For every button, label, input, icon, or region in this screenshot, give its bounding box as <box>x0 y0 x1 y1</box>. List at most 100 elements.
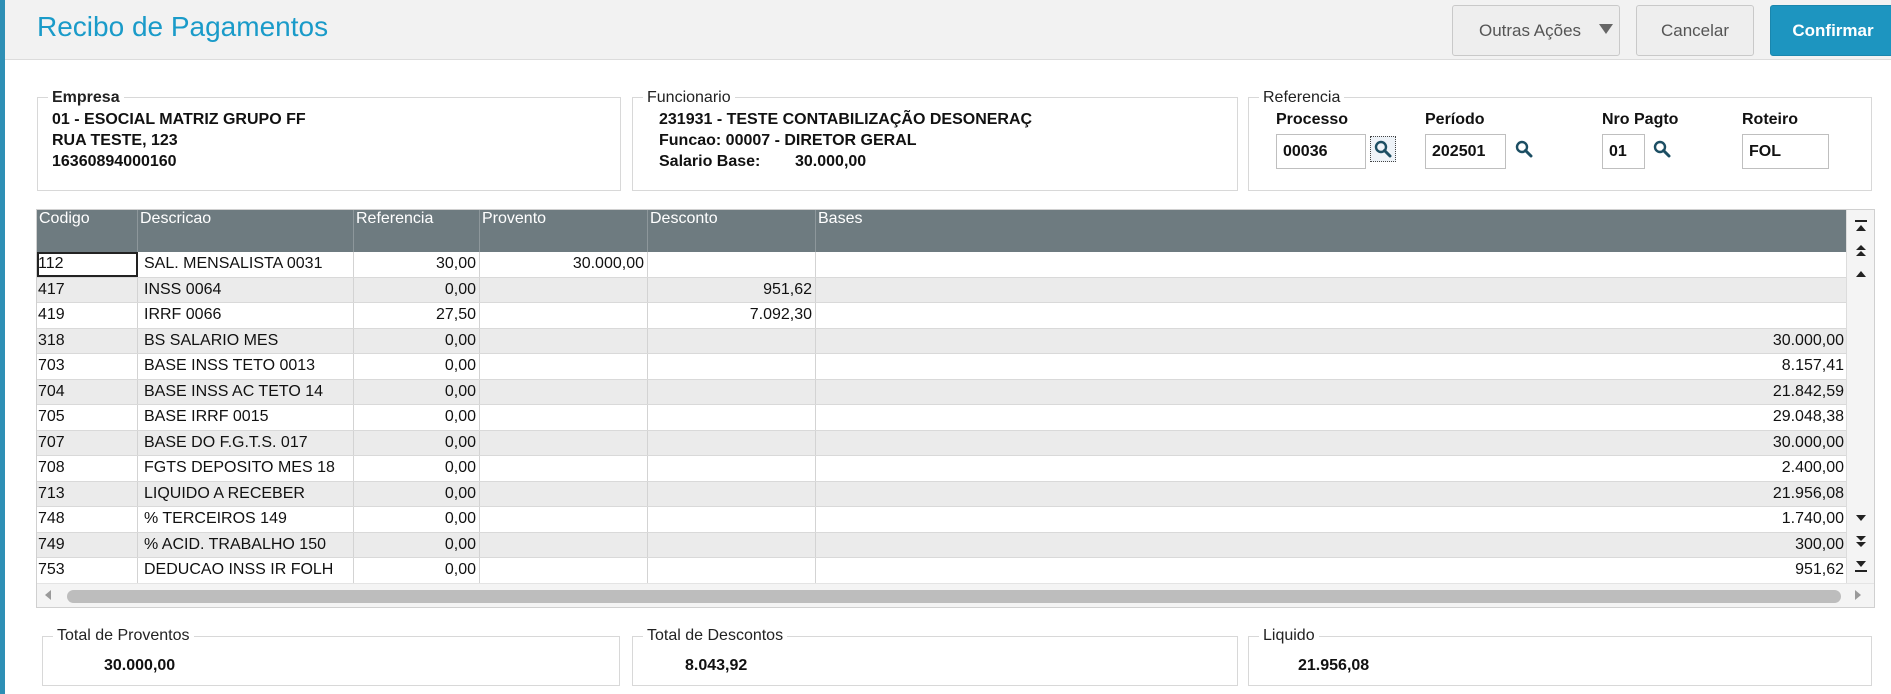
cell-bases[interactable]: 300,00 <box>816 533 1847 558</box>
cell-bases[interactable]: 1.740,00 <box>816 507 1847 532</box>
cell-referencia[interactable]: 0,00 <box>354 430 480 455</box>
cell-codigo[interactable]: 112 <box>37 252 138 277</box>
cell-desconto[interactable] <box>648 252 816 277</box>
cell-descricao[interactable]: BASE IRRF 0015 <box>138 405 354 430</box>
processo-search-icon[interactable] <box>1370 136 1396 162</box>
verbas-grid[interactable]: Codigo Descricao Referencia Provento Des… <box>36 209 1875 608</box>
cell-bases[interactable]: 30.000,00 <box>816 329 1847 354</box>
cell-desconto[interactable] <box>648 456 816 481</box>
periodo-input[interactable] <box>1425 134 1506 169</box>
cell-desconto[interactable] <box>648 532 816 557</box>
column-header-referencia[interactable]: Referencia <box>354 210 480 252</box>
cell-provento[interactable]: 30.000,00 <box>480 252 648 277</box>
cell-descricao[interactable]: FGTS DEPOSITO MES 18 <box>138 456 354 481</box>
confirm-button[interactable]: Confirmar <box>1770 5 1891 56</box>
scroll-last-icon[interactable] <box>1849 555 1873 577</box>
table-row[interactable]: 703 BASE INSS TETO 0013 0,00 8.157,41 <box>37 354 1847 380</box>
scroll-first-icon[interactable] <box>1849 215 1873 237</box>
cell-desconto[interactable] <box>648 328 816 353</box>
cell-referencia[interactable]: 30,00 <box>354 252 480 277</box>
column-header-desconto[interactable]: Desconto <box>648 210 816 252</box>
cell-codigo[interactable]: 417 <box>37 277 138 302</box>
cell-referencia[interactable]: 0,00 <box>354 379 480 404</box>
cell-bases[interactable] <box>816 278 1847 303</box>
cell-desconto[interactable] <box>648 405 816 430</box>
cell-codigo[interactable]: 749 <box>37 532 138 557</box>
cell-provento[interactable] <box>480 456 648 481</box>
column-header-codigo[interactable]: Codigo <box>37 210 138 252</box>
cell-codigo[interactable]: 318 <box>37 328 138 353</box>
periodo-search-icon[interactable] <box>1511 136 1537 162</box>
cell-codigo[interactable]: 704 <box>37 379 138 404</box>
cell-descricao[interactable]: % ACID. TRABALHO 150 <box>138 532 354 557</box>
cell-bases[interactable]: 30.000,00 <box>816 431 1847 456</box>
cell-provento[interactable] <box>480 405 648 430</box>
cell-descricao[interactable]: SAL. MENSALISTA 0031 <box>138 252 354 277</box>
table-row[interactable]: 708 FGTS DEPOSITO MES 18 0,00 2.400,00 <box>37 456 1847 482</box>
cell-bases[interactable] <box>816 252 1847 277</box>
cell-bases[interactable]: 21.956,08 <box>816 482 1847 507</box>
table-row[interactable]: 707 BASE DO F.G.T.S. 017 0,00 30.000,00 <box>37 430 1847 456</box>
cell-desconto[interactable] <box>648 558 816 583</box>
table-row[interactable]: 417 INSS 0064 0,00 951,62 <box>37 277 1847 303</box>
nro-pagto-input[interactable] <box>1602 134 1645 169</box>
cell-bases[interactable]: 951,62 <box>816 558 1847 583</box>
table-row[interactable]: 318 BS SALARIO MES 0,00 30.000,00 <box>37 328 1847 354</box>
cell-descricao[interactable]: BS SALARIO MES <box>138 328 354 353</box>
cell-referencia[interactable]: 0,00 <box>354 277 480 302</box>
cell-referencia[interactable]: 0,00 <box>354 558 480 583</box>
cell-referencia[interactable]: 0,00 <box>354 532 480 557</box>
cell-codigo[interactable]: 748 <box>37 507 138 532</box>
column-header-bases[interactable]: Bases <box>816 210 1847 252</box>
cell-referencia[interactable]: 0,00 <box>354 456 480 481</box>
cell-codigo[interactable]: 419 <box>37 303 138 328</box>
cell-referencia[interactable]: 0,00 <box>354 354 480 379</box>
cell-provento[interactable] <box>480 303 648 328</box>
cell-codigo[interactable]: 713 <box>37 481 138 506</box>
cell-provento[interactable] <box>480 430 648 455</box>
scroll-page-down-icon[interactable] <box>1849 531 1873 553</box>
nro-pagto-search-icon[interactable] <box>1649 136 1675 162</box>
cell-bases[interactable]: 21.842,59 <box>816 380 1847 405</box>
table-row[interactable]: 748% TERCEIROS 149 0,00 1.740,00 <box>37 507 1847 533</box>
cell-provento[interactable] <box>480 558 648 583</box>
cell-provento[interactable] <box>480 379 648 404</box>
column-header-descricao[interactable]: Descricao <box>138 210 354 252</box>
table-row[interactable]: 749% ACID. TRABALHO 150 0,00 300,00 <box>37 532 1847 558</box>
scroll-page-up-icon[interactable] <box>1849 239 1873 261</box>
horizontal-scroll-thumb[interactable] <box>67 590 1841 603</box>
scroll-down-icon[interactable] <box>1849 507 1873 529</box>
cell-provento[interactable] <box>480 277 648 302</box>
cell-descricao[interactable]: LIQUIDO A RECEBER <box>138 481 354 506</box>
cell-codigo[interactable]: 705 <box>37 405 138 430</box>
cell-codigo[interactable]: 707 <box>37 430 138 455</box>
scroll-up-icon[interactable] <box>1849 263 1873 285</box>
table-row[interactable]: 753 DEDUCAO INSS IR FOLH 0,00 951,62 <box>37 558 1847 584</box>
cell-desconto[interactable] <box>648 379 816 404</box>
cell-provento[interactable] <box>480 507 648 532</box>
table-row[interactable]: 704 BASE INSS AC TETO 14 0,00 21.842,59 <box>37 379 1847 405</box>
table-row[interactable]: 419 IRRF 0066 27,50 7.092,30 <box>37 303 1847 329</box>
cell-referencia[interactable]: 0,00 <box>354 507 480 532</box>
processo-input[interactable] <box>1276 134 1366 169</box>
cell-desconto[interactable] <box>648 507 816 532</box>
cell-descricao[interactable]: % TERCEIROS 149 <box>138 507 354 532</box>
cell-descricao[interactable]: BASE INSS TETO 0013 <box>138 354 354 379</box>
cell-desconto[interactable] <box>648 481 816 506</box>
cell-referencia[interactable]: 27,50 <box>354 303 480 328</box>
cell-referencia[interactable]: 0,00 <box>354 405 480 430</box>
cell-provento[interactable] <box>480 354 648 379</box>
cell-desconto[interactable] <box>648 430 816 455</box>
roteiro-input[interactable] <box>1742 134 1829 169</box>
cell-bases[interactable]: 2.400,00 <box>816 456 1847 481</box>
table-row[interactable]: 705 BASE IRRF 0015 0,00 29.048,38 <box>37 405 1847 431</box>
vertical-scrollbar[interactable] <box>1846 210 1874 607</box>
cell-codigo[interactable]: 703 <box>37 354 138 379</box>
cell-desconto[interactable]: 7.092,30 <box>648 303 816 328</box>
cell-descricao[interactable]: INSS 0064 <box>138 277 354 302</box>
table-row[interactable]: 112 SAL. MENSALISTA 0031 30,00 30.000,00 <box>37 252 1847 278</box>
cell-desconto[interactable] <box>648 354 816 379</box>
cell-desconto[interactable]: 951,62 <box>648 277 816 302</box>
cell-descricao[interactable]: BASE DO F.G.T.S. 017 <box>138 430 354 455</box>
cell-provento[interactable] <box>480 532 648 557</box>
